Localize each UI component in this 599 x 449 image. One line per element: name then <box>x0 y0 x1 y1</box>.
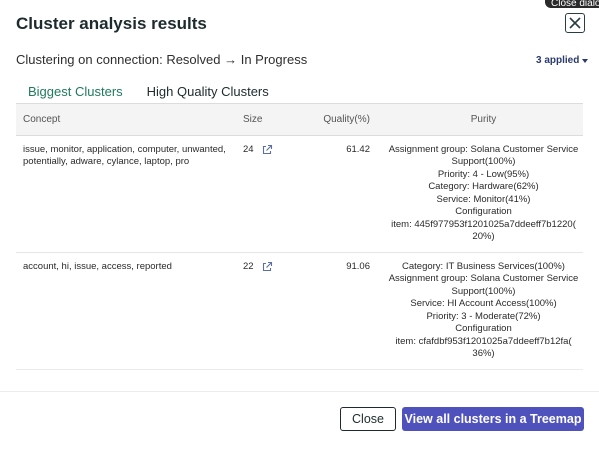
filters-applied-dropdown[interactable]: 3 applied <box>536 55 589 66</box>
column-header-size[interactable]: Size <box>236 104 304 136</box>
cell-concept: account, hi, issue, access, reported <box>16 252 236 370</box>
purity-line: Priority: 3 - Moderate(72%) <box>426 310 541 322</box>
purity-line: Category: IT Business Services(100%) <box>402 260 565 272</box>
close-dialog-tooltip: Close dialog <box>545 0 599 8</box>
purity-line: Configuration <box>455 323 512 334</box>
purity-line: Configuration <box>455 206 512 217</box>
open-in-new-window-icon[interactable] <box>261 261 273 273</box>
cluster-size-value: 22 <box>243 260 254 272</box>
footer-divider <box>0 391 599 392</box>
scroll-fade <box>16 367 583 379</box>
clustering-connection-label: Clustering on connection: Resolved → In … <box>16 52 308 67</box>
cell-concept: issue, monitor, application, computer, u… <box>16 135 236 253</box>
purity-line: 36%) <box>472 348 495 359</box>
purity-line: Support(100%) <box>451 285 516 297</box>
purity-line: Category: Hardware(62%) <box>428 181 539 192</box>
table-row: account, hi, issue, access, reported 22 91… <box>16 252 583 370</box>
cell-quality: 91.06 <box>304 252 384 370</box>
cell-purity: Category: IT Business Services(100%) Assi… <box>384 252 583 370</box>
filters-applied-label: 3 applied <box>536 55 580 66</box>
view-treemap-button[interactable]: View all clusters in a Treemap <box>402 407 584 431</box>
purity-line: Service: HI Account Access(100%) <box>410 298 557 309</box>
column-header-purity[interactable]: Purity <box>384 104 583 136</box>
cell-quality: 61.42 <box>304 135 384 253</box>
clusters-table-container[interactable]: Concept Size Quality(%) Purity issue, mo… <box>16 103 583 379</box>
purity-line: Priority: 4 - Low(95%) <box>437 168 530 180</box>
close-button[interactable]: Close <box>340 407 396 431</box>
purity-line: item: 445f977953f1201025a7ddeeff7b1220( <box>391 218 576 230</box>
clusters-table: Concept Size Quality(%) Purity issue, mo… <box>16 104 583 379</box>
close-icon <box>569 17 581 29</box>
table-row: issue, monitor, application, computer, u… <box>16 135 583 253</box>
close-dialog-button[interactable] <box>565 13 585 33</box>
cell-size: 22 <box>236 252 304 370</box>
cluster-size-value: 24 <box>243 143 254 155</box>
caret-down-icon <box>582 58 589 63</box>
purity-line: Service: Monitor(41%) <box>436 193 531 205</box>
purity-line: item: cfafdbf953f1201025a7ddeeff7b12fa( <box>395 335 572 347</box>
purity-line: Assignment group: Solana Customer Servic… <box>388 273 579 284</box>
column-header-quality[interactable]: Quality(%) <box>304 104 384 136</box>
purity-line: Assignment group: Solana Customer Servic… <box>388 143 579 155</box>
open-in-new-window-icon[interactable] <box>261 144 273 156</box>
purity-line: Support(100%) <box>451 156 516 167</box>
column-header-concept[interactable]: Concept <box>16 104 236 136</box>
purity-line: 20%) <box>472 231 495 242</box>
cell-size: 24 <box>236 135 304 253</box>
cell-purity: Assignment group: Solana Customer Servic… <box>384 135 583 253</box>
table-header-row: Concept Size Quality(%) Purity <box>16 104 583 136</box>
dialog-title: Cluster analysis results <box>16 14 207 33</box>
